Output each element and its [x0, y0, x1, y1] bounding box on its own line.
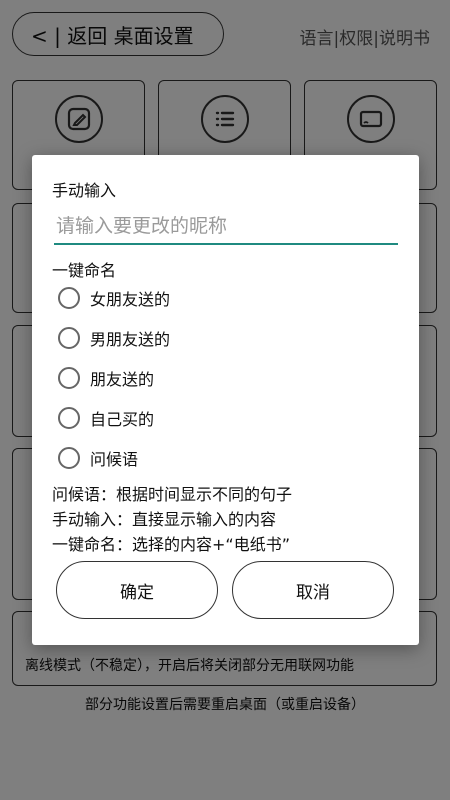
cancel-button[interactable]: 取消: [232, 561, 394, 619]
option-girlfriend[interactable]: 女朋友送的: [58, 282, 170, 314]
radio-button[interactable]: [58, 447, 80, 469]
option-friend[interactable]: 朋友送的: [58, 362, 154, 394]
option-label: 女朋友送的: [90, 290, 171, 309]
option-label: 朋友送的: [90, 370, 155, 389]
radio-button[interactable]: [58, 407, 80, 429]
radio-button[interactable]: [58, 367, 80, 389]
option-self-bought[interactable]: 自己买的: [58, 402, 154, 434]
confirm-button[interactable]: 确定: [56, 561, 218, 619]
radio-button[interactable]: [58, 287, 80, 309]
nickname-dialog: 手动输入 一键命名 女朋友送的 男朋友送的 朋友送的 自己买的 问候语 问候语：…: [32, 155, 419, 645]
option-greeting[interactable]: 问候语: [58, 442, 138, 474]
desc-quick: 一键命名：选择的内容+“电纸书”: [52, 535, 290, 554]
radio-button[interactable]: [58, 327, 80, 349]
quick-name-label: 一键命名: [52, 261, 117, 280]
option-label: 男朋友送的: [90, 330, 171, 349]
nickname-input[interactable]: [54, 209, 398, 245]
dialog-title: 手动输入: [52, 181, 117, 200]
desc-manual: 手动输入：直接显示输入的内容: [52, 510, 277, 529]
option-label: 自己买的: [90, 410, 155, 429]
option-label: 问候语: [90, 450, 139, 469]
desc-greeting: 问候语：根据时间显示不同的句子: [52, 485, 293, 504]
option-boyfriend[interactable]: 男朋友送的: [58, 322, 170, 354]
